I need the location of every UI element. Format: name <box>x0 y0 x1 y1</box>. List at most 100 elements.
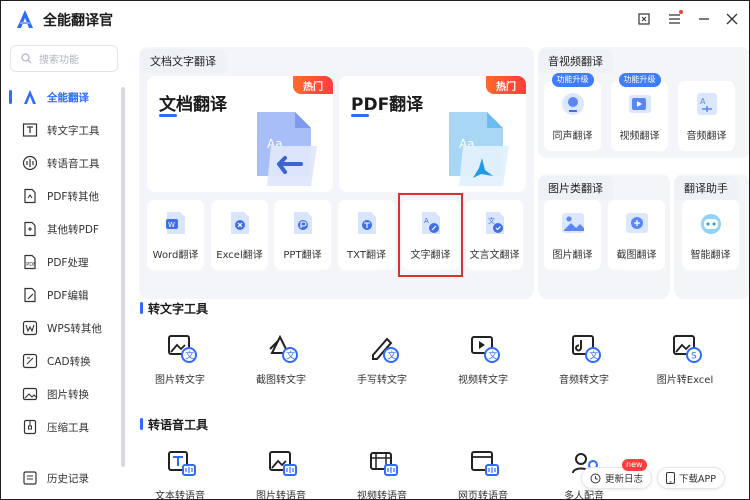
tool-video-to-text[interactable]: 文 视频转文字 <box>443 333 523 403</box>
doc-translate-card[interactable]: 文档翻译 热门 Aa <box>147 76 333 192</box>
tool-label: 文本转语音 <box>155 491 205 500</box>
tool-handwriting-to-text[interactable]: 文 手写转文字 <box>342 333 422 403</box>
screenshot-translate-icon <box>626 213 648 233</box>
app-logo-icon <box>17 10 33 28</box>
tile-simultaneous-translate[interactable]: 功能升级 同声翻译 <box>544 73 601 151</box>
txt-icon <box>358 212 376 234</box>
sidebar-scrollbar[interactable] <box>121 87 125 467</box>
tile-label: 音频翻译 <box>686 131 727 142</box>
tool-image-to-speech[interactable]: 图片转语音 <box>241 449 321 499</box>
tile-audio-translate[interactable]: A 音频翻译 <box>678 81 735 151</box>
text-to-speech-icon <box>168 451 196 476</box>
audio-icon: A <box>697 93 717 115</box>
wps-icon <box>21 320 38 337</box>
tile-word-translate[interactable]: W Word翻译 <box>147 200 204 270</box>
minimize-icon[interactable] <box>695 10 713 28</box>
search-placeholder: 搜索功能 <box>39 55 79 66</box>
tile-label: 图片翻译 <box>552 250 593 261</box>
tile-label: 视频翻译 <box>619 131 660 142</box>
sidebar-item-label: 全能翻译 <box>47 91 89 104</box>
tile-label: PPT翻译 <box>283 250 322 261</box>
to-pdf-icon <box>21 221 38 238</box>
pdf-illustration-icon: Aa <box>449 112 509 186</box>
tile-image-translate[interactable]: 图片翻译 <box>544 200 601 270</box>
sidebar-item-label: 图片转换 <box>47 388 89 401</box>
image-convert-icon <box>21 386 38 403</box>
upgrade-badge: 功能升级 <box>618 73 661 87</box>
tool-label: 图片转语音 <box>256 491 306 500</box>
svg-text:文: 文 <box>286 350 295 362</box>
new-badge: new <box>622 459 647 471</box>
tool-webpage-to-speech[interactable]: 网页转语音 <box>443 449 523 499</box>
screenshot-to-text-icon: 文 <box>269 334 298 363</box>
doc-translate-title: 文档翻译 <box>159 95 227 115</box>
svg-text:A: A <box>700 97 706 106</box>
assistant-section-title: 翻译助手 <box>674 176 738 200</box>
tool-image-to-text[interactable]: 文 图片转文字 <box>140 333 220 403</box>
tile-classical-translate[interactable]: 文 文言文翻译 <box>466 200 523 270</box>
search-input[interactable]: 搜索功能 <box>10 45 118 72</box>
tool-label: 手写转文字 <box>357 375 407 386</box>
svg-text:文: 文 <box>488 350 497 362</box>
excel-icon <box>231 212 249 234</box>
tile-label: 同声翻译 <box>552 131 593 142</box>
tile-txt-translate[interactable]: TXT翻译 <box>338 200 395 270</box>
tile-ppt-translate[interactable]: PPT翻译 <box>274 200 331 270</box>
handwriting-icon: 文 <box>372 337 399 363</box>
image-to-text-icon: 文 <box>168 335 197 363</box>
video-to-speech-icon <box>370 452 398 476</box>
simultaneous-icon <box>562 93 584 115</box>
tile-excel-translate[interactable]: Excel翻译 <box>211 200 268 270</box>
image-translate-icon <box>562 213 584 233</box>
changelog-button[interactable]: new 更新日志 <box>581 459 653 489</box>
sidebar-item-cad[interactable]: CAD转换 <box>1 346 121 376</box>
sidebar-item-label: 压缩工具 <box>47 421 89 434</box>
tile-smart-translate[interactable]: 智能翻译 <box>682 200 739 270</box>
tool-screenshot-to-text[interactable]: 文 截图转文字 <box>241 333 321 403</box>
sidebar-item-pdf-to-other[interactable]: PDF转其他 <box>1 181 121 211</box>
sidebar-item-compress[interactable]: 压缩工具 <box>1 412 121 442</box>
tool-text-to-speech[interactable]: 文本转语音 <box>140 449 220 499</box>
svg-text:文: 文 <box>589 350 598 362</box>
pdf-process-icon: PDF <box>21 254 38 271</box>
svg-text:文: 文 <box>387 350 396 362</box>
pdf-translate-card[interactable]: PDF翻译 热门 Aa <box>339 76 526 192</box>
video-to-text-icon: 文 <box>471 336 500 363</box>
audio-to-text-icon: 文 <box>572 335 601 363</box>
close-icon[interactable] <box>723 10 741 28</box>
tool-audio-to-text[interactable]: 文 音频转文字 <box>544 333 624 403</box>
tile-video-translate[interactable]: 功能升级 视频翻译 <box>611 73 668 151</box>
notification-dot <box>679 10 683 14</box>
history-icon <box>21 470 38 487</box>
hot-badge: 热门 <box>486 76 526 94</box>
history-label: 历史记录 <box>47 472 89 485</box>
history-button[interactable]: 历史记录 <box>1 463 121 493</box>
image-to-speech-icon <box>269 451 297 476</box>
voice-tool-icon <box>21 155 38 172</box>
tool-label: 截图转文字 <box>256 375 306 386</box>
app-title: 全能翻译官 <box>43 13 113 29</box>
sidebar-item-translate[interactable]: 全能翻译 <box>1 82 121 112</box>
image-to-excel-icon: S <box>673 335 702 363</box>
minimize-window-icon[interactable] <box>635 10 653 28</box>
tile-screenshot-translate[interactable]: 截图翻译 <box>608 200 665 270</box>
sidebar-item-image-convert[interactable]: 图片转换 <box>1 379 121 409</box>
text-tools-title: 转文字工具 <box>140 300 208 317</box>
sidebar-item-text-tool[interactable]: 转文字工具 <box>1 115 121 145</box>
sidebar-item-pdf-edit[interactable]: PDF编辑 <box>1 280 121 310</box>
sidebar-item-label: PDF处理 <box>47 256 89 269</box>
tool-video-to-speech[interactable]: 视频转语音 <box>342 449 422 499</box>
sidebar-item-label: 转语音工具 <box>47 157 100 170</box>
clock-icon <box>590 473 601 483</box>
sidebar-item-label: CAD转换 <box>47 355 91 368</box>
main-content: 文档文字翻译 文档翻译 热门 Aa PDF翻译 热门 Aa W Word翻译 E… <box>126 39 749 499</box>
classical-chinese-icon: 文 <box>486 212 504 234</box>
menu-icon[interactable] <box>665 10 683 28</box>
sidebar-item-wps[interactable]: WPS转其他 <box>1 313 121 343</box>
download-app-button[interactable]: 下载APP <box>657 467 725 489</box>
sidebar-item-voice-tool[interactable]: 转语音工具 <box>1 148 121 178</box>
tool-image-to-excel[interactable]: S 图片转Excel <box>645 333 725 403</box>
sidebar-item-pdf-process[interactable]: PDF PDF处理 <box>1 247 121 277</box>
tile-label: TXT翻译 <box>347 250 386 261</box>
sidebar-item-other-to-pdf[interactable]: 其他转PDF <box>1 214 121 244</box>
